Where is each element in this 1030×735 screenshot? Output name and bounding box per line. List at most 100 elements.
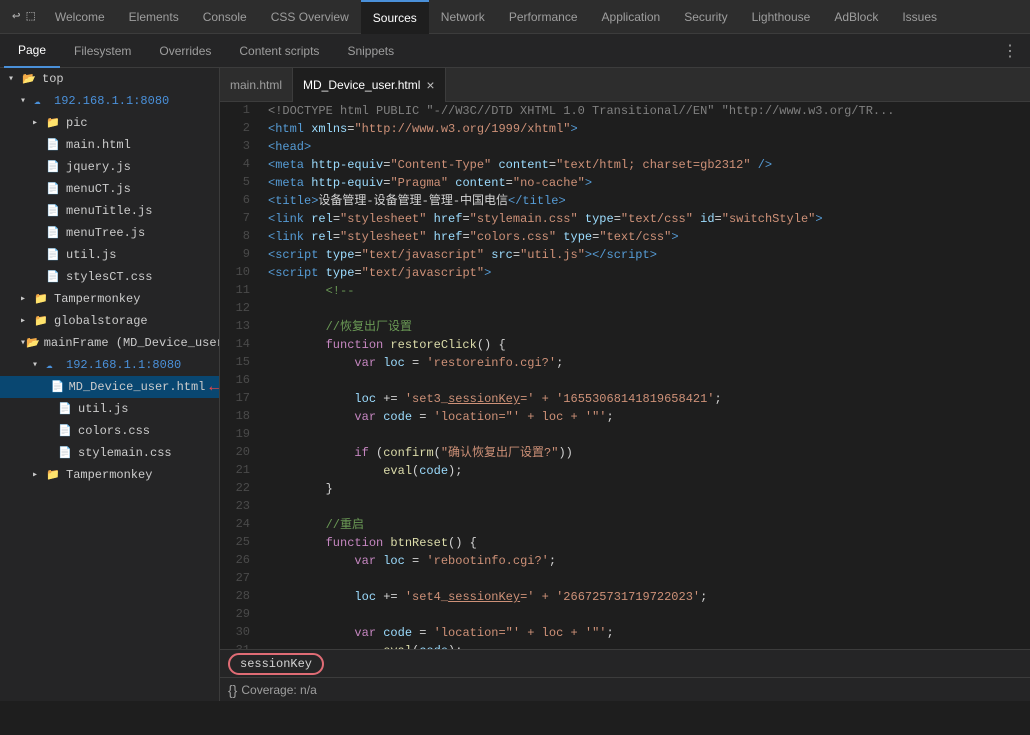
nav-tab-performance[interactable]: Performance bbox=[497, 0, 590, 34]
file-tab-md-device-tab[interactable]: MD_Device_user.html× bbox=[293, 68, 446, 102]
tree-item-tampermonkey2[interactable]: 📁Tampermonkey bbox=[0, 464, 219, 486]
code-line-2: 2<html xmlns="http://www.w3.org/1999/xht… bbox=[220, 120, 1030, 138]
tree-item-label-main-html: main.html bbox=[66, 138, 131, 152]
back-icon[interactable]: ↩ bbox=[12, 8, 20, 25]
nav-tab-application[interactable]: Application bbox=[590, 0, 673, 34]
cloud-icon: ☁ bbox=[34, 94, 50, 108]
line-number: 22 bbox=[220, 480, 260, 495]
nav-tab-css-overview[interactable]: CSS Overview bbox=[259, 0, 361, 34]
file-tab-label-main-html-tab: main.html bbox=[230, 78, 282, 92]
css-icon: 📄 bbox=[58, 446, 74, 460]
js-icon: 📄 bbox=[46, 204, 62, 218]
toolbar-tab-snippets[interactable]: Snippets bbox=[333, 34, 408, 68]
code-line-8: 8<link rel="stylesheet" href="colors.css… bbox=[220, 228, 1030, 246]
tree-item-jquery-js[interactable]: 📄jquery.js bbox=[0, 156, 219, 178]
tree-item-label-server2: 192.168.1.1:8080 bbox=[66, 358, 181, 372]
search-bar: sessionKey bbox=[220, 649, 1030, 677]
line-content: if (confirm("确认恢复出厂设置?")) bbox=[260, 444, 1030, 462]
line-number: 4 bbox=[220, 156, 260, 171]
toolbar-tab-filesystem[interactable]: Filesystem bbox=[60, 34, 145, 68]
tree-item-label-menuCT-js: menuCT.js bbox=[66, 182, 131, 196]
nav-tab-security[interactable]: Security bbox=[672, 0, 739, 34]
line-content: function btnReset() { bbox=[260, 534, 1030, 552]
tree-item-server2[interactable]: ☁192.168.1.1:8080 bbox=[0, 354, 219, 376]
tree-item-label-util-js2: util.js bbox=[78, 402, 128, 416]
tree-item-util-js2[interactable]: 📄util.js bbox=[0, 398, 219, 420]
tree-item-stylesCT-css[interactable]: 📄stylesCT.css bbox=[0, 266, 219, 288]
line-number: 20 bbox=[220, 444, 260, 459]
line-content: } bbox=[260, 480, 1030, 498]
nav-tab-lighthouse[interactable]: Lighthouse bbox=[740, 0, 823, 34]
tree-item-menuTitle-js[interactable]: 📄 menuTitle.js bbox=[0, 200, 219, 222]
code-line-11: 11 <!-- bbox=[220, 282, 1030, 300]
tree-item-main-html[interactable]: 📄 main.html bbox=[0, 134, 219, 156]
nav-tab-welcome[interactable]: Welcome bbox=[43, 0, 117, 34]
file-tab-close-md-device-tab[interactable]: × bbox=[426, 77, 434, 93]
nav-tab-adblock[interactable]: AdBlock bbox=[822, 0, 890, 34]
line-content: var loc = 'restoreinfo.cgi?'; bbox=[260, 354, 1030, 372]
nav-tab-console[interactable]: Console bbox=[191, 0, 259, 34]
code-line-3: 3<head> bbox=[220, 138, 1030, 156]
tree-item-server[interactable]: ☁ 192.168.1.1:8080 bbox=[0, 90, 219, 112]
line-number: 15 bbox=[220, 354, 260, 369]
tree-item-tampermonkey[interactable]: 📁Tampermonkey bbox=[0, 288, 219, 310]
html-icon: 📄 bbox=[46, 138, 62, 152]
tree-item-label-menuTitle-js: menuTitle.js bbox=[66, 204, 152, 218]
tree-item-menuCT-js[interactable]: 📄menuCT.js bbox=[0, 178, 219, 200]
top-nav-bar: ↩ ⬚ WelcomeElementsConsoleCSS OverviewSo… bbox=[0, 0, 1030, 34]
tree-item-stylemain-css[interactable]: 📄 stylemain.css bbox=[0, 442, 219, 464]
code-line-4: 4<meta http-equiv="Content-Type" content… bbox=[220, 156, 1030, 174]
nav-tab-issues[interactable]: Issues bbox=[890, 0, 949, 34]
code-panel: main.html MD_Device_user.html× 1<!DOCTYPE… bbox=[220, 68, 1030, 701]
tree-item-menuTree-js[interactable]: 📄menuTree.js bbox=[0, 222, 219, 244]
tree-item-colors-css[interactable]: 📄colors.css bbox=[0, 420, 219, 442]
code-line-7: 7<link rel="stylesheet" href="stylemain.… bbox=[220, 210, 1030, 228]
line-content: <link rel="stylesheet" href="stylemain.c… bbox=[260, 210, 1030, 228]
line-number: 19 bbox=[220, 426, 260, 441]
coverage-label: Coverage: n/a bbox=[241, 683, 316, 697]
file-tree-panel: 📂top☁192.168.1.1:8080📁pic📄main.html📄jque… bbox=[0, 68, 220, 701]
toolbar-tab-overrides[interactable]: Overrides bbox=[145, 34, 225, 68]
line-content: <!DOCTYPE html PUBLIC "-//W3C//DTD XHTML… bbox=[260, 102, 1030, 120]
tree-item-label-stylemain-css: stylemain.css bbox=[78, 446, 172, 460]
line-number: 17 bbox=[220, 390, 260, 405]
tree-item-globalstorage[interactable]: 📁globalstorage bbox=[0, 310, 219, 332]
toolbar-tab-page[interactable]: Page bbox=[4, 34, 60, 68]
line-number: 28 bbox=[220, 588, 260, 603]
folder-icon: 📁 bbox=[46, 116, 62, 130]
tree-item-top[interactable]: 📂top bbox=[0, 68, 219, 90]
line-number: 21 bbox=[220, 462, 260, 477]
nav-tab-network[interactable]: Network bbox=[429, 0, 497, 34]
main-container: 📂top☁192.168.1.1:8080📁pic📄main.html📄jque… bbox=[0, 68, 1030, 701]
line-content: eval(code); bbox=[260, 462, 1030, 480]
code-lines: 1<!DOCTYPE html PUBLIC "-//W3C//DTD XHTM… bbox=[220, 102, 1030, 649]
code-line-25: 25 function btnReset() { bbox=[220, 534, 1030, 552]
tree-item-MD-device-html[interactable]: 📄MD_Device_user.html ← bbox=[0, 376, 219, 398]
file-tabs-container: main.html MD_Device_user.html× bbox=[220, 68, 446, 102]
line-number: 9 bbox=[220, 246, 260, 261]
tree-item-label-colors-css: colors.css bbox=[78, 424, 150, 438]
code-editor[interactable]: 1<!DOCTYPE html PUBLIC "-//W3C//DTD XHTM… bbox=[220, 102, 1030, 649]
line-number: 31 bbox=[220, 642, 260, 649]
nav-tab-elements[interactable]: Elements bbox=[117, 0, 191, 34]
tree-item-label-server: 192.168.1.1:8080 bbox=[54, 94, 169, 108]
line-content: //恢复出厂设置 bbox=[260, 318, 1030, 336]
code-line-1: 1<!DOCTYPE html PUBLIC "-//W3C//DTD XHTM… bbox=[220, 102, 1030, 120]
tree-item-mainFrame[interactable]: 📂mainFrame (MD_Device_user.html) bbox=[0, 332, 219, 354]
tree-item-label-MD-device-html: MD_Device_user.html bbox=[69, 380, 206, 394]
more-options-icon[interactable]: ⋮ bbox=[994, 41, 1026, 61]
inspect-icon[interactable]: ⬚ bbox=[26, 8, 34, 25]
nav-tab-sources[interactable]: Sources bbox=[361, 0, 429, 34]
folder-icon: 📁 bbox=[34, 292, 50, 306]
line-content: var loc = 'rebootinfo.cgi?'; bbox=[260, 552, 1030, 570]
line-number: 23 bbox=[220, 498, 260, 513]
code-line-18: 18 var code = 'location="' + loc + '"'; bbox=[220, 408, 1030, 426]
tree-item-pic[interactable]: 📁pic bbox=[0, 112, 219, 134]
tree-item-util-js[interactable]: 📄util.js bbox=[0, 244, 219, 266]
code-line-21: 21 eval(code); bbox=[220, 462, 1030, 480]
js-icon: 📄 bbox=[46, 160, 62, 174]
file-tabs: main.html MD_Device_user.html× bbox=[220, 68, 1030, 102]
toolbar-tab-content-scripts[interactable]: Content scripts bbox=[225, 34, 333, 68]
file-tab-main-html-tab[interactable]: main.html bbox=[220, 68, 293, 102]
search-term: sessionKey bbox=[240, 657, 312, 671]
